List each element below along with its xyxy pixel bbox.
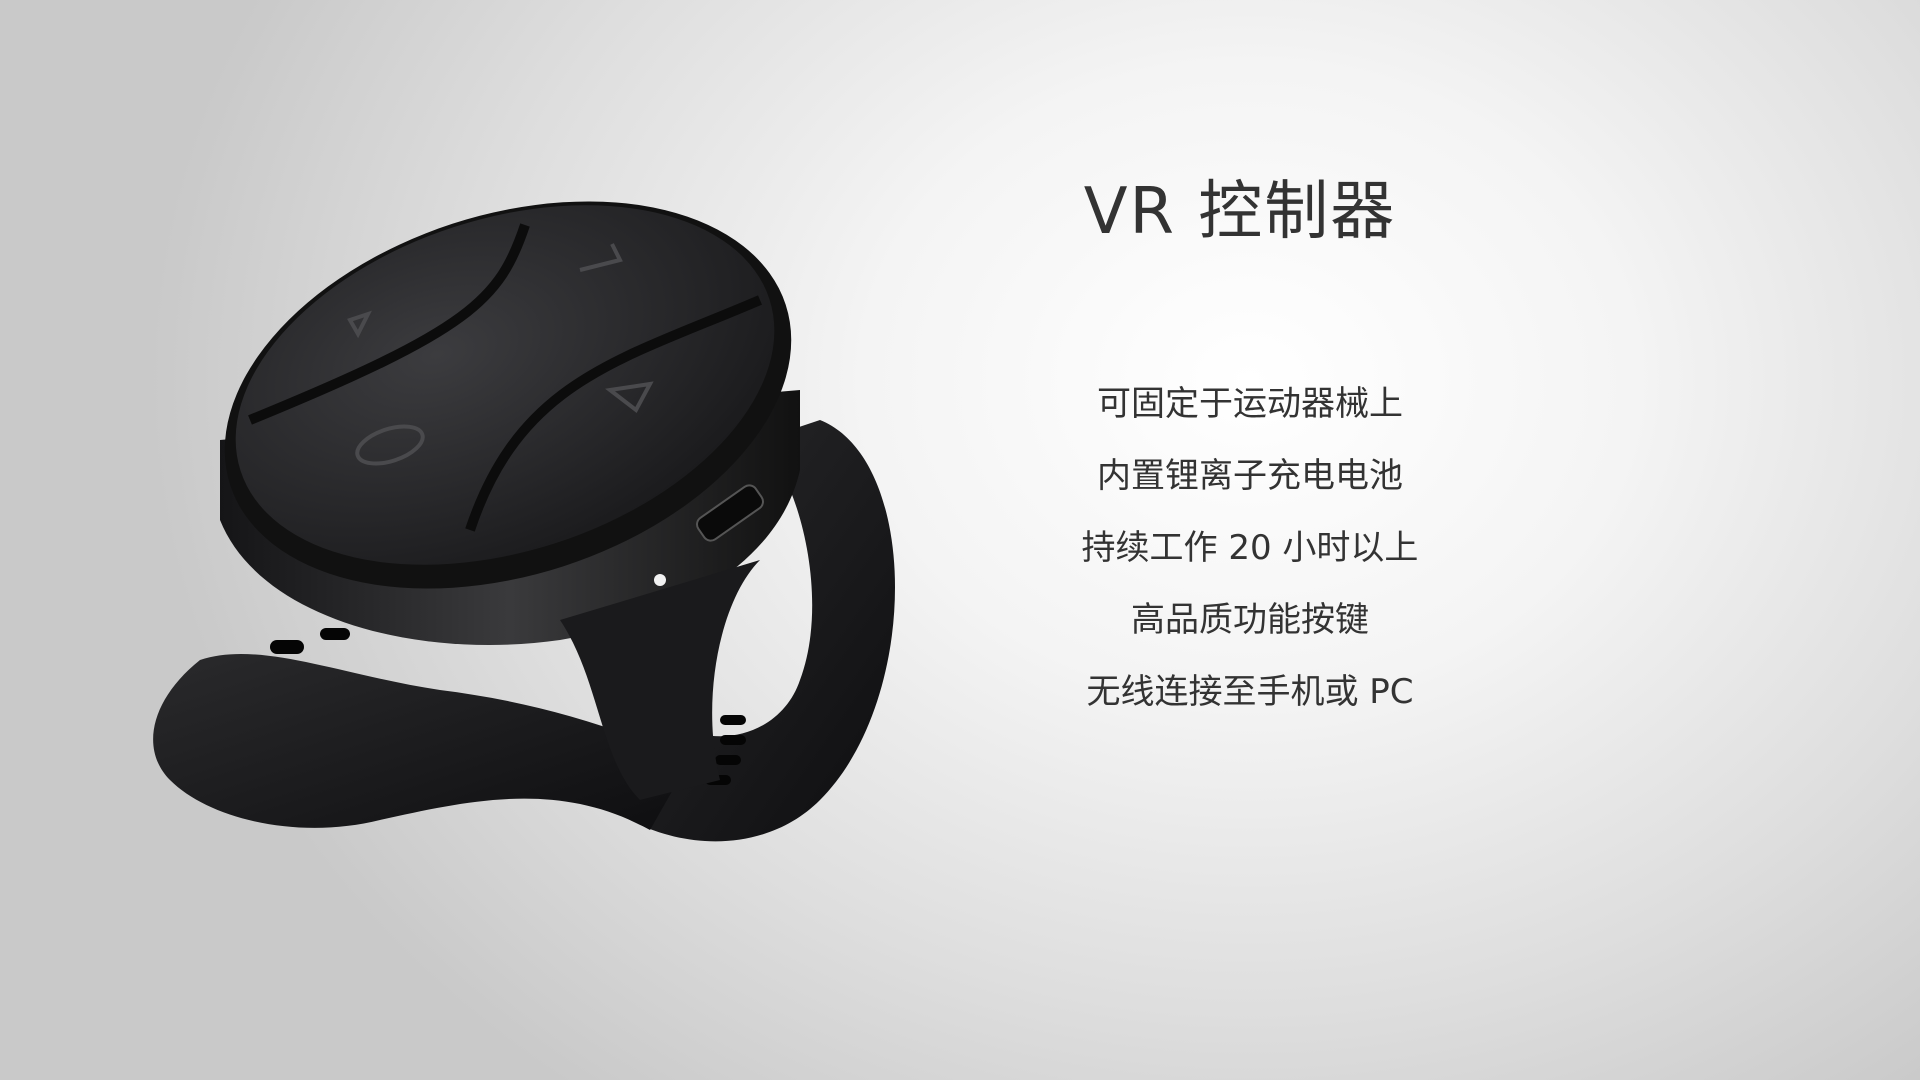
feature-item: 可固定于运动器械上 — [1097, 384, 1403, 424]
vr-controller-product-image — [153, 201, 895, 842]
page-title: VR 控制器 — [1083, 175, 1397, 249]
feature-item: 内置锂离子充电电池 — [1097, 456, 1403, 496]
feature-item: 无线连接至手机或 PC — [1086, 672, 1414, 712]
led-indicator — [654, 574, 666, 586]
feature-item: 持续工作 20 小时以上 — [1081, 528, 1419, 568]
feature-list: 可固定于运动器械上 内置锂离子充电电池 持续工作 20 小时以上 高品质功能按键… — [1040, 380, 1460, 740]
feature-item: 高品质功能按键 — [1131, 600, 1369, 640]
